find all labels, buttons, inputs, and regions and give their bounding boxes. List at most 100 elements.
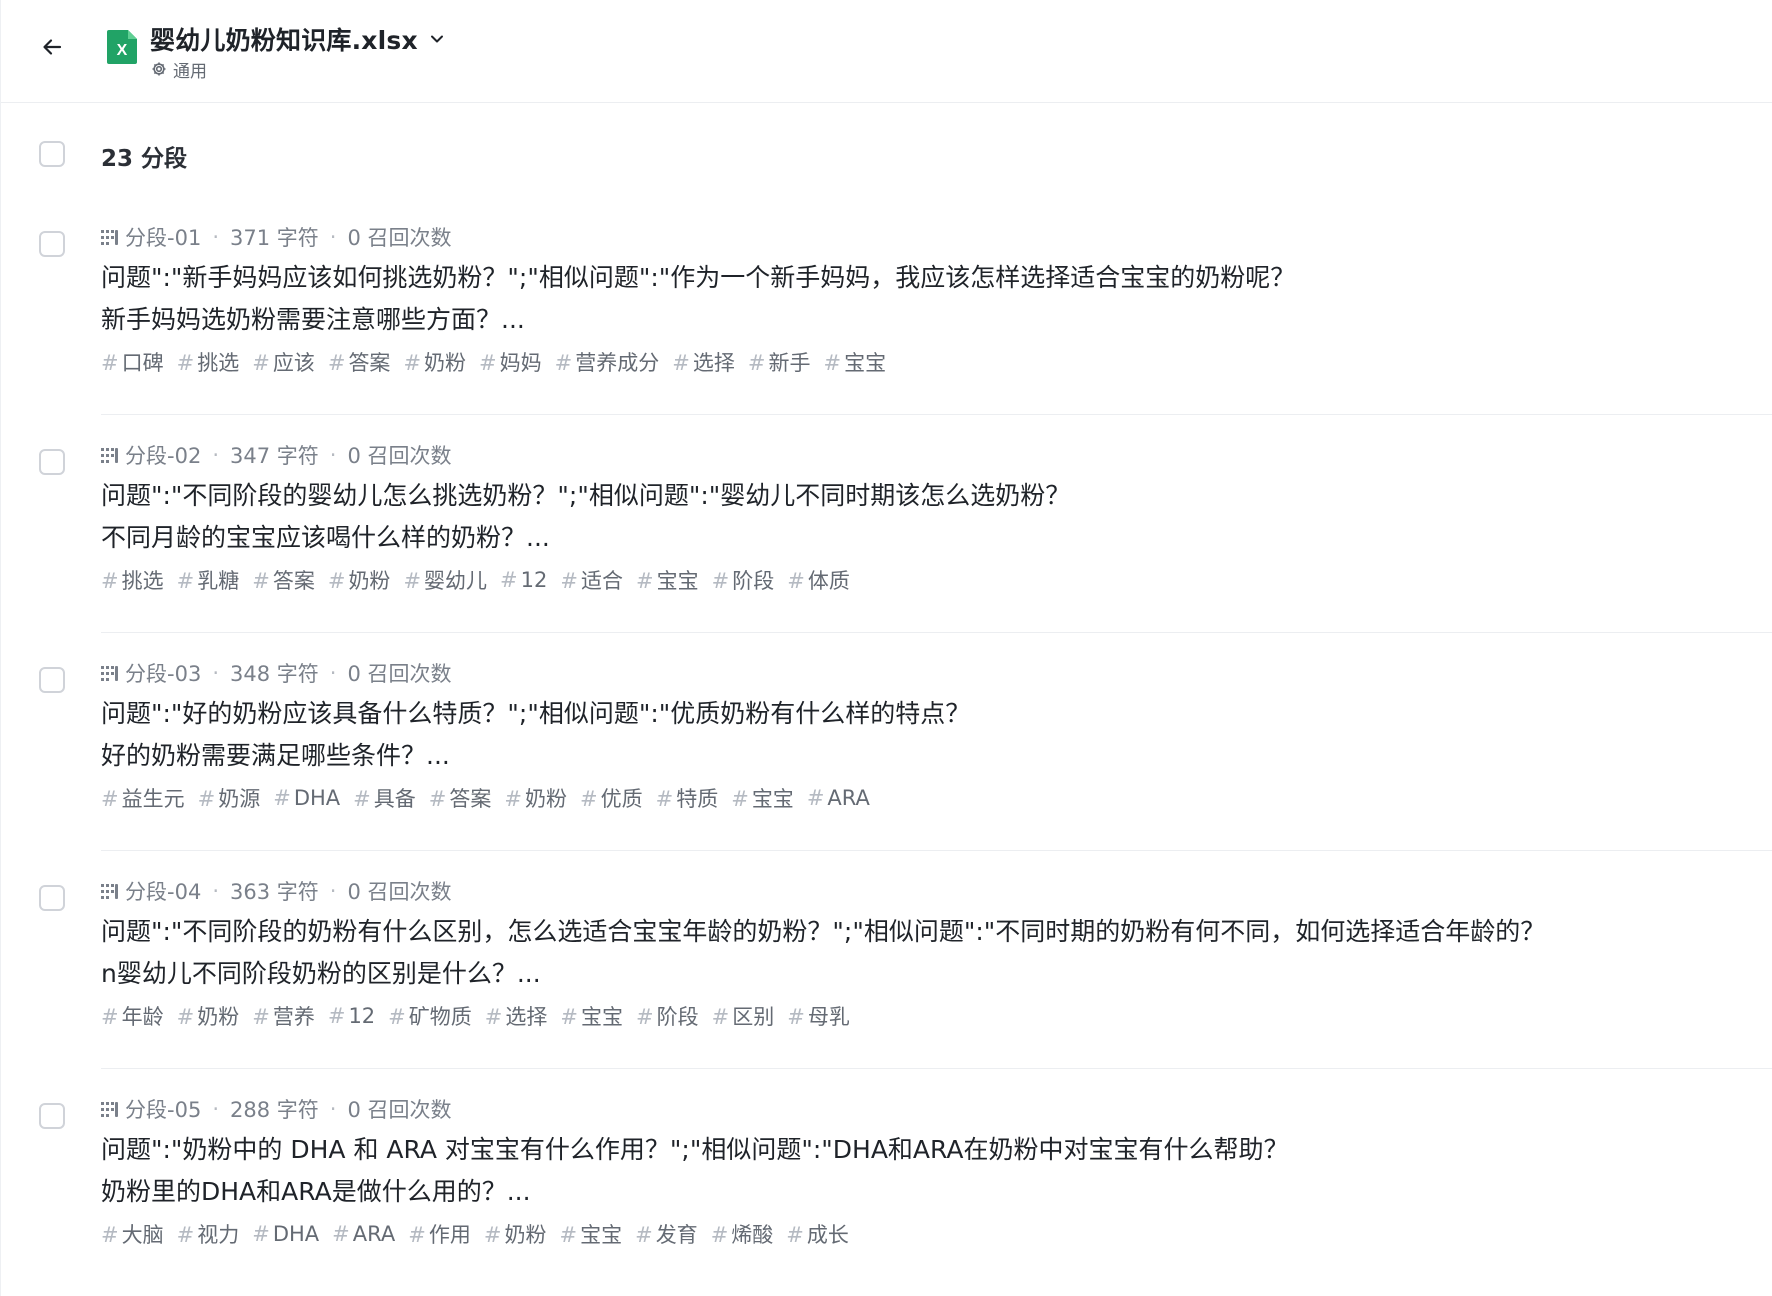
segment-line: 好的奶粉需要满足哪些条件？... [101, 741, 450, 770]
grid-icon [101, 228, 119, 246]
separator-dot: · [329, 1097, 337, 1121]
tag[interactable]: # ARA [332, 1222, 395, 1246]
document-switcher[interactable]: 婴幼儿奶粉知识库.xlsx [150, 22, 446, 56]
grid-icon [101, 446, 119, 464]
tag[interactable]: # 奶源 [198, 783, 261, 813]
segment-checkbox[interactable] [39, 885, 65, 911]
segment-recall-count: 0 召回次数 [347, 880, 452, 904]
tag[interactable]: # 母乳 [787, 1001, 850, 1031]
tag[interactable]: # 年龄 [101, 1001, 164, 1031]
segment-content[interactable]: 问题":"不同阶段的婴幼儿怎么挑选奶粉？";"相似问题":"婴幼儿不同时期该怎么… [101, 475, 1681, 559]
tag[interactable]: # 宝宝 [731, 783, 794, 813]
document-detail-page: X 婴幼儿奶粉知识库.xlsx 通用 23 分段 分段-01 · 371 字符 … [0, 0, 1772, 1296]
back-button[interactable] [35, 30, 69, 64]
tag[interactable]: # DHA [252, 1222, 319, 1246]
grid-icon [101, 1100, 119, 1118]
tag[interactable]: # 挑选 [177, 347, 240, 377]
tag[interactable]: # 阶段 [712, 565, 775, 595]
chevron-down-icon [428, 30, 446, 48]
segment-meta: 分段-03 · 348 字符 · 0 召回次数 [101, 658, 452, 688]
tag[interactable]: # ARA [807, 786, 870, 810]
segment-item[interactable]: 分段-03 · 348 字符 · 0 召回次数 问题":"好的奶粉应该具备什么特… [1, 633, 1772, 851]
segment-count-row: 23 分段 [1, 130, 1772, 180]
tag[interactable]: # 答案 [328, 347, 391, 377]
segment-tags: # 挑选 # 乳糖 # 答案 # 奶粉 # 婴幼儿 #12 # 适合 # 宝宝 # 阶段 # 体质 [101, 565, 863, 595]
svg-text:X: X [117, 42, 128, 59]
tag[interactable]: # 宝宝 [636, 565, 699, 595]
tag[interactable]: # 口碑 [101, 347, 164, 377]
tag[interactable]: # 妈妈 [479, 347, 542, 377]
tag[interactable]: # 特质 [656, 783, 719, 813]
segment-content[interactable]: 问题":"奶粉中的 DHA 和 ARA 对宝宝有什么作用？";"相似问题":"D… [101, 1129, 1681, 1213]
segment-line: 问题":"好的奶粉应该具备什么特质？";"相似问题":"优质奶粉有什么样的特点？ [101, 699, 971, 728]
separator-dot: · [329, 443, 337, 467]
tag[interactable]: # 发育 [635, 1219, 698, 1249]
tag[interactable]: # 奶粉 [177, 1001, 240, 1031]
segment-meta: 分段-02 · 347 字符 · 0 召回次数 [101, 440, 452, 470]
segment-item[interactable]: 分段-05 · 288 字符 · 0 召回次数 问题":"奶粉中的 DHA 和 … [1, 1069, 1772, 1287]
segment-checkbox[interactable] [39, 231, 65, 257]
arrow-left-icon [43, 39, 62, 55]
segment-meta: 分段-01 · 371 字符 · 0 召回次数 [101, 222, 452, 252]
segment-line: 问题":"不同阶段的奶粉有什么区别，怎么选适合宝宝年龄的奶粉？";"相似问题":… [101, 917, 1546, 946]
tag[interactable]: # 答案 [429, 783, 492, 813]
tag[interactable]: # 乳糖 [177, 565, 240, 595]
tag[interactable]: # 大脑 [101, 1219, 164, 1249]
tag[interactable]: # 新手 [748, 347, 811, 377]
tag[interactable]: #12 [328, 1004, 375, 1028]
tag[interactable]: # 视力 [177, 1219, 240, 1249]
tag[interactable]: # 具备 [353, 783, 416, 813]
tag[interactable]: # 宝宝 [559, 1219, 622, 1249]
segment-line: 奶粉里的DHA和ARA是做什么用的？... [101, 1177, 531, 1206]
segment-char-count: 347 字符 [230, 444, 319, 468]
separator-dot: · [212, 443, 219, 467]
tag[interactable]: # 矿物质 [388, 1001, 472, 1031]
tag[interactable]: # 阶段 [636, 1001, 699, 1031]
separator-dot: · [329, 879, 337, 903]
tag[interactable]: # 挑选 [101, 565, 164, 595]
tag[interactable]: #12 [500, 568, 547, 592]
segment-count: 23 分段 [101, 146, 188, 172]
segment-content[interactable]: 问题":"不同阶段的奶粉有什么区别，怎么选适合宝宝年龄的奶粉？";"相似问题":… [101, 911, 1681, 995]
tag[interactable]: # 作用 [408, 1219, 471, 1249]
tag[interactable]: # 奶粉 [504, 783, 567, 813]
select-all-checkbox[interactable] [39, 141, 65, 167]
segment-id: 分段-04 [125, 880, 202, 904]
separator-dot: · [212, 661, 219, 685]
tag[interactable]: # 体质 [787, 565, 850, 595]
tag[interactable]: # 成长 [786, 1219, 849, 1249]
tag[interactable]: # DHA [273, 786, 340, 810]
tag[interactable]: # 烯酸 [711, 1219, 774, 1249]
segment-meta: 分段-04 · 363 字符 · 0 召回次数 [101, 876, 452, 906]
tag[interactable]: # 奶粉 [403, 347, 466, 377]
tag[interactable]: # 奶粉 [328, 565, 391, 595]
tag[interactable]: # 宝宝 [823, 347, 886, 377]
segment-tags: # 年龄 # 奶粉 # 营养 #12 # 矿物质 # 选择 # 宝宝 # 阶段 # 区别 # 母乳 [101, 1001, 863, 1031]
tag[interactable]: # 适合 [560, 565, 623, 595]
segment-recall-count: 0 召回次数 [347, 662, 452, 686]
segment-checkbox[interactable] [39, 1103, 65, 1129]
tag[interactable]: # 应该 [252, 347, 315, 377]
separator-dot: · [212, 1097, 219, 1121]
tag[interactable]: # 益生元 [101, 783, 185, 813]
segment-content[interactable]: 问题":"好的奶粉应该具备什么特质？";"相似问题":"优质奶粉有什么样的特点？… [101, 693, 1681, 777]
segment-item[interactable]: 分段-04 · 363 字符 · 0 召回次数 问题":"不同阶段的奶粉有什么区… [1, 851, 1772, 1069]
tag[interactable]: # 优质 [580, 783, 643, 813]
tag[interactable]: # 营养 [252, 1001, 315, 1031]
segment-item[interactable]: 分段-01 · 371 字符 · 0 召回次数 问题":"新手妈妈应该如何挑选奶… [1, 197, 1772, 415]
gear-icon [150, 60, 168, 78]
segment-content[interactable]: 问题":"新手妈妈应该如何挑选奶粉？";"相似问题":"作为一个新手妈妈，我应该… [101, 257, 1681, 341]
tag[interactable]: # 选择 [672, 347, 735, 377]
tag[interactable]: # 婴幼儿 [403, 565, 487, 595]
segment-checkbox[interactable] [39, 449, 65, 475]
tag[interactable]: # 奶粉 [484, 1219, 547, 1249]
excel-file-icon: X [106, 29, 138, 65]
segment-item[interactable]: 分段-02 · 347 字符 · 0 召回次数 问题":"不同阶段的婴幼儿怎么挑… [1, 415, 1772, 633]
tag[interactable]: # 选择 [485, 1001, 548, 1031]
tag[interactable]: # 区别 [712, 1001, 775, 1031]
tag[interactable]: # 答案 [252, 565, 315, 595]
mode-indicator: 通用 [150, 58, 446, 82]
tag[interactable]: # 营养成分 [555, 347, 660, 377]
tag[interactable]: # 宝宝 [560, 1001, 623, 1031]
segment-checkbox[interactable] [39, 667, 65, 693]
